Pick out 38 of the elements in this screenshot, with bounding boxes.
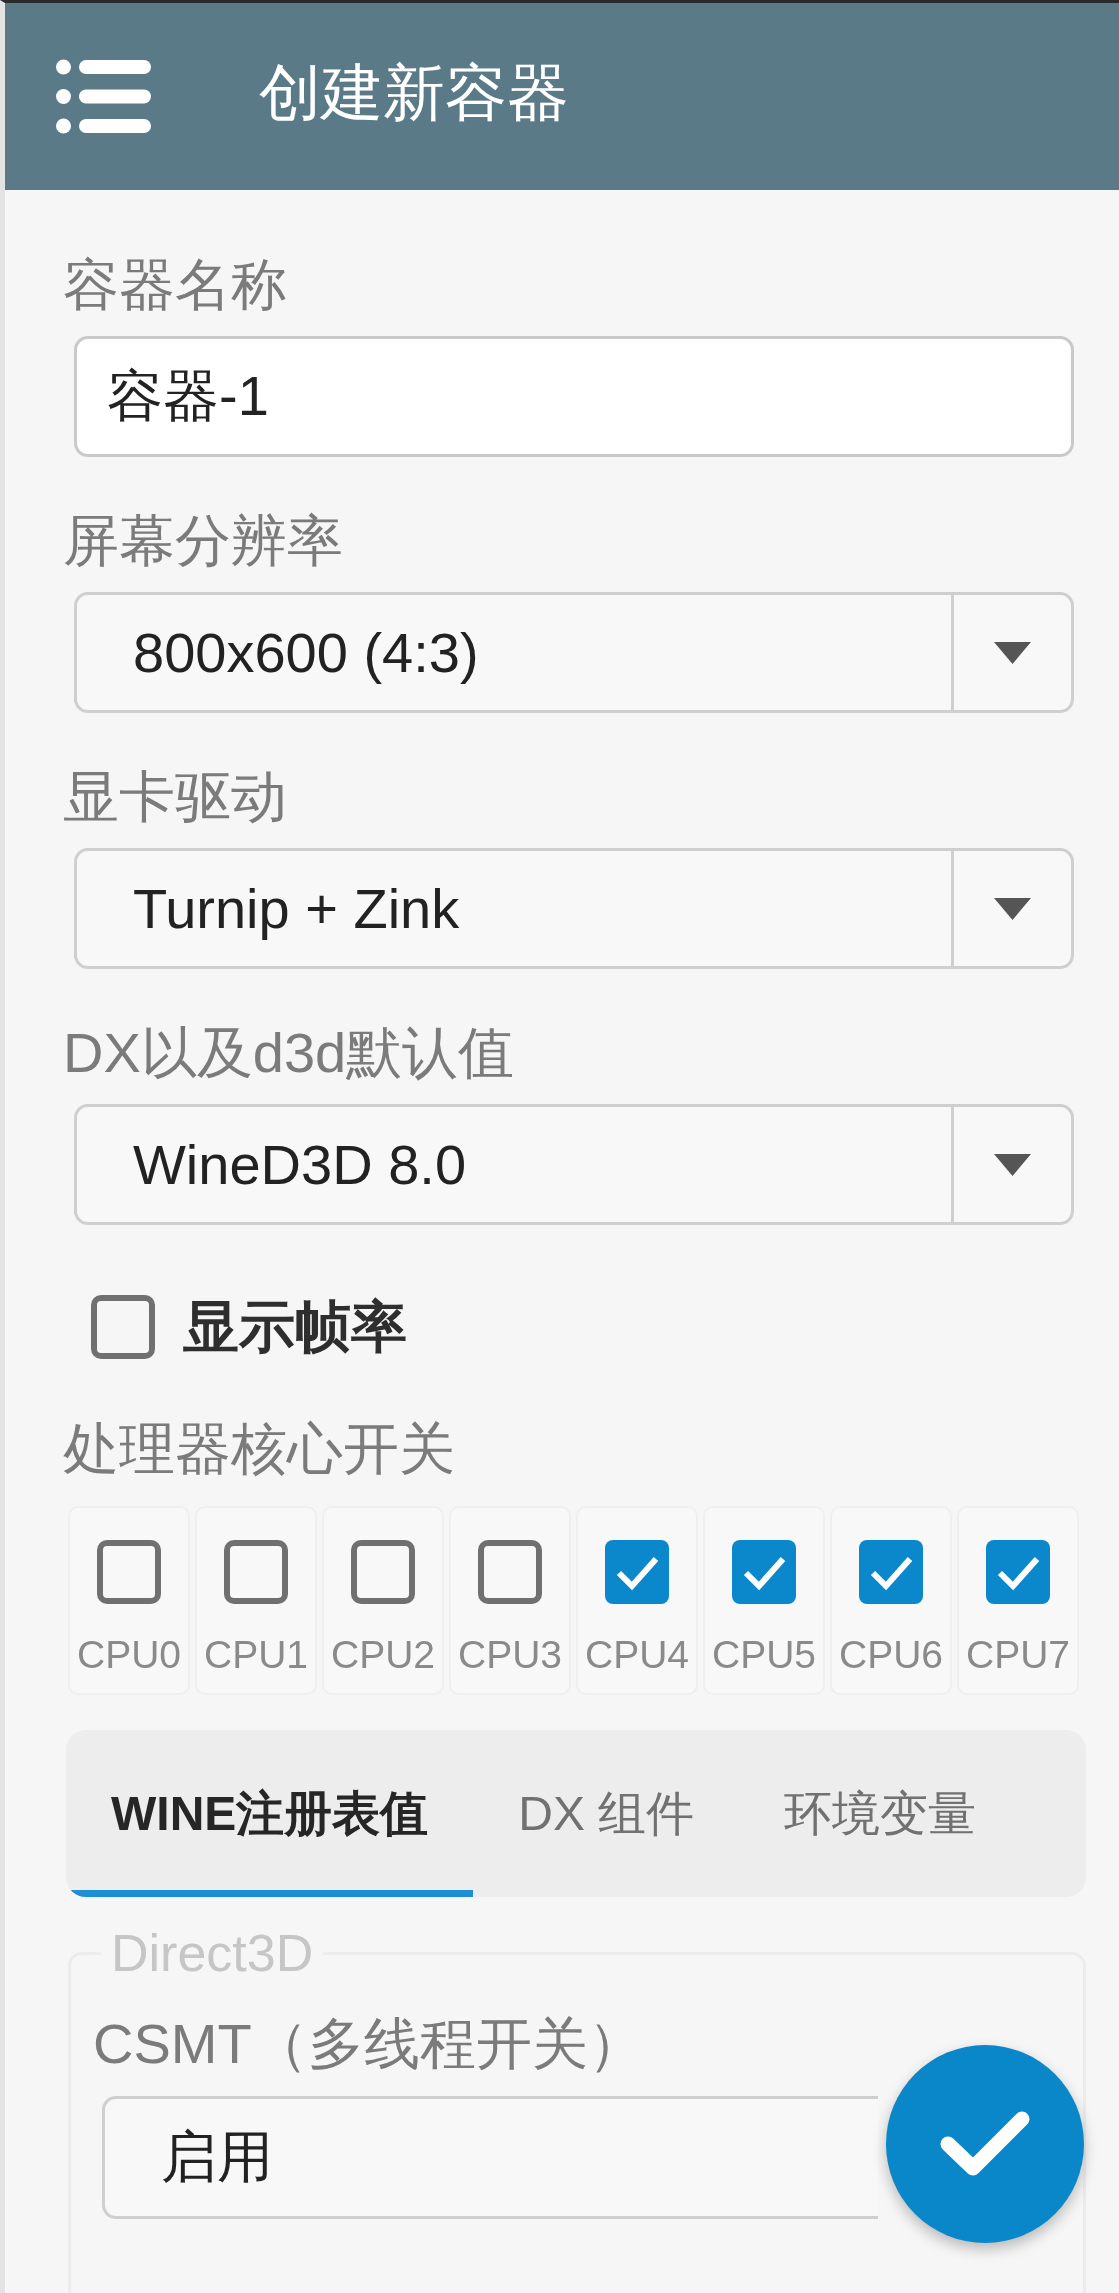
tab[interactable]: DX 组件 [473,1730,740,1897]
dropdown[interactable]: 启用 [102,2096,878,2219]
checkbox-label: 显示帧率 [183,1294,407,1360]
cpu-label: CPU1 [203,1632,308,1678]
caret-icon [994,897,1031,920]
field-label: 容器名称 [63,252,288,318]
text-field[interactable]: 容器-1 [74,336,1074,457]
checkbox[interactable] [732,1540,796,1604]
checkbox[interactable] [91,1295,155,1359]
caret-icon [994,1153,1031,1176]
checkbox[interactable] [605,1540,669,1604]
dropdown[interactable]: 800x600 (4:3) [74,592,1074,713]
checkbox[interactable] [224,1540,288,1604]
field-label: DX以及d3d默认值 [63,1020,516,1086]
screen-title: 创建新容器 [259,56,569,129]
cpu-label: CPU3 [457,1632,562,1678]
cpu-label: CPU7 [965,1632,1070,1678]
field-label: 处理器核心开关 [63,1416,456,1482]
field-label: 屏幕分辨率 [63,508,344,574]
dropdown[interactable]: WineD3D 8.0 [74,1104,1074,1225]
checkbox[interactable] [478,1540,542,1604]
menu-icon[interactable] [56,59,151,134]
field-label: 显卡驱动 [63,764,288,830]
cpu-label: CPU4 [584,1632,689,1678]
tab[interactable]: 环境变量 [739,1730,1022,1897]
tab[interactable]: WINE注册表值 [66,1730,474,1897]
dropdown[interactable]: Turnip + Zink [74,848,1074,969]
checkbox[interactable] [986,1540,1050,1604]
cpu-label: CPU5 [711,1632,816,1678]
check-icon [940,2110,1030,2178]
checkbox[interactable] [351,1540,415,1604]
cpu-label: CPU2 [330,1632,435,1678]
caret-icon [994,641,1031,664]
cpu-label: CPU0 [76,1632,181,1678]
checkbox[interactable] [859,1540,923,1604]
field-label: CSMT（多线程开关） [93,2011,645,2077]
checkbox[interactable] [97,1540,161,1604]
cpu-label: CPU6 [838,1632,943,1678]
